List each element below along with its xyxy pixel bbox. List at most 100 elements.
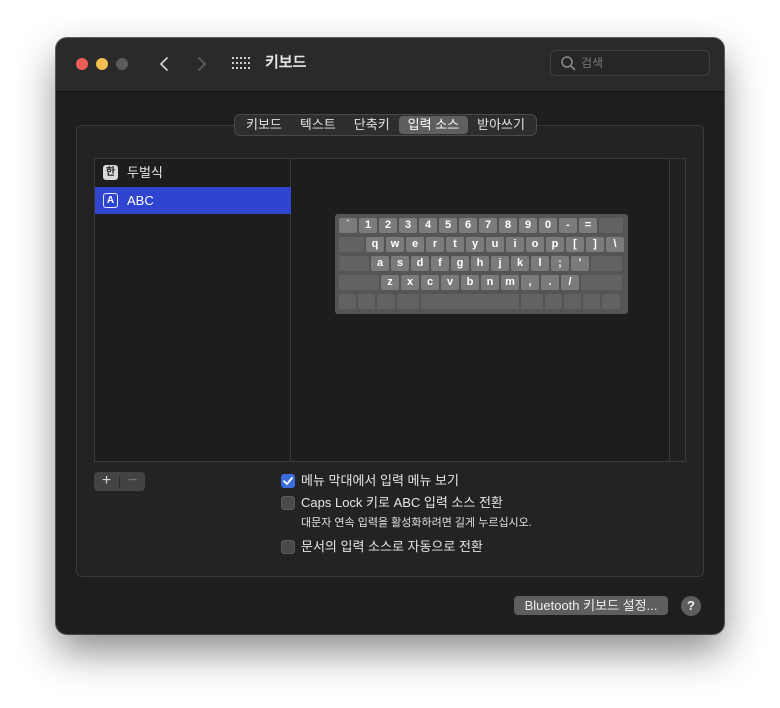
keycap: ]: [586, 237, 604, 252]
keycap: p: [546, 237, 564, 252]
keycap: a: [371, 256, 389, 271]
keycap: ': [571, 256, 589, 271]
show-all-grid-icon[interactable]: [232, 57, 250, 71]
keycap: -: [559, 218, 577, 233]
caps-lock-hint: 대문자 연속 입력을 활성화하려면 길게 누르십시오.: [301, 517, 532, 529]
modifier-key: [397, 294, 419, 309]
source-item-abc[interactable]: A ABC: [95, 187, 291, 214]
auto-switch-checkbox[interactable]: [281, 540, 295, 554]
keycap: k: [511, 256, 529, 271]
shift-key-right: [581, 275, 622, 290]
tab-text[interactable]: 텍스트: [291, 116, 345, 134]
source-label: ABC: [127, 193, 154, 208]
minimize-window-button[interactable]: [96, 58, 108, 70]
keycap: /: [561, 275, 579, 290]
modifier-key: [377, 294, 395, 309]
title-bar: 키보드 검색: [56, 38, 724, 92]
zoom-window-button[interactable]: [116, 58, 128, 70]
checkmark-icon: [283, 477, 293, 485]
keycap: ;: [551, 256, 569, 271]
keycap: l: [531, 256, 549, 271]
keycap: d: [411, 256, 429, 271]
source-label: 두벌식: [127, 165, 163, 180]
tab-bar: 키보드 텍스트 단축키 입력 소스 받아쓰기: [234, 114, 537, 136]
hangul-input-icon: 한: [103, 165, 118, 180]
keycap: 4: [419, 218, 437, 233]
tab-key: [339, 237, 364, 252]
caps-lock-switch-checkbox[interactable]: [281, 496, 295, 510]
keycap: 7: [479, 218, 497, 233]
delete-key: [599, 218, 623, 233]
tab-input-sources[interactable]: 입력 소스: [398, 116, 469, 134]
keycap: 2: [379, 218, 397, 233]
keycap: c: [421, 275, 439, 290]
chevron-right-icon: [198, 57, 206, 71]
keycap: [: [566, 237, 584, 252]
modifier-key: [583, 294, 600, 309]
keycap: g: [451, 256, 469, 271]
search-field[interactable]: 검색: [550, 50, 710, 76]
keycap: q: [366, 237, 384, 252]
scrollbar[interactable]: [669, 159, 685, 461]
back-button[interactable]: [154, 53, 176, 75]
keycap: w: [386, 237, 404, 252]
keycap: z: [381, 275, 399, 290]
modifier-key: [564, 294, 581, 309]
tab-shortcuts[interactable]: 단축키: [345, 116, 399, 134]
list-add-remove-control: + −: [94, 472, 145, 491]
show-input-menu-checkbox[interactable]: [281, 474, 295, 488]
chevron-left-icon: [160, 57, 168, 71]
tab-keyboard[interactable]: 키보드: [237, 116, 291, 134]
keycap: =: [579, 218, 597, 233]
add-source-button[interactable]: +: [94, 472, 119, 491]
keycap: 8: [499, 218, 517, 233]
keycap: 9: [519, 218, 537, 233]
keycap: 1: [359, 218, 377, 233]
auto-switch-label: 문서의 입력 소스로 자동으로 전환: [301, 539, 483, 554]
keycap: x: [401, 275, 419, 290]
search-icon: [561, 56, 576, 71]
tab-dictation[interactable]: 받아쓰기: [468, 116, 534, 134]
close-window-button[interactable]: [76, 58, 88, 70]
source-item-dubeolsik[interactable]: 한 두벌식: [95, 159, 291, 186]
keycap: u: [486, 237, 504, 252]
keycap: j: [491, 256, 509, 271]
keycap: b: [461, 275, 479, 290]
search-placeholder: 검색: [581, 56, 604, 70]
remove-source-button[interactable]: −: [120, 472, 145, 491]
keyboard-layout-preview: ` 1 2 3 4 5 6 7 8 9 0- = q w e r t y u i o p[] \ a s d f g h j k l; ' …: [335, 214, 628, 314]
keycap: 0: [539, 218, 557, 233]
keycap: o: [526, 237, 544, 252]
help-button[interactable]: ?: [681, 596, 701, 616]
keycap: 6: [459, 218, 477, 233]
space-bar: [421, 294, 519, 309]
caps-lock-key: [339, 256, 369, 271]
keycap: r: [426, 237, 444, 252]
keycap: 5: [439, 218, 457, 233]
keycap: y: [466, 237, 484, 252]
keycap: t: [446, 237, 464, 252]
abc-input-icon: A: [103, 193, 118, 208]
window-title: 키보드: [265, 54, 307, 71]
keycap: `: [339, 218, 357, 233]
input-source-list: 한 두벌식 A ABC: [94, 158, 291, 462]
keycap: m: [501, 275, 519, 290]
show-input-menu-label: 메뉴 막대에서 입력 메뉴 보기: [301, 473, 459, 488]
modifier-key: [521, 294, 543, 309]
shift-key-left: [339, 275, 379, 290]
keyboard-preferences-window: 키보드 검색 키보드 텍스트 단축키 입력 소스 받아쓰기 한 두벌식 A AB…: [56, 38, 724, 634]
keycap: n: [481, 275, 499, 290]
keycap: i: [506, 237, 524, 252]
keycap: h: [471, 256, 489, 271]
keycap: 3: [399, 218, 417, 233]
forward-button[interactable]: [190, 53, 212, 75]
keycap: s: [391, 256, 409, 271]
keycap: \: [606, 237, 624, 252]
modifier-key: [358, 294, 375, 309]
keycap: v: [441, 275, 459, 290]
bluetooth-keyboard-setup-button[interactable]: Bluetooth 키보드 설정...: [514, 596, 668, 615]
modifier-key: [545, 294, 562, 309]
caps-lock-switch-label: Caps Lock 키로 ABC 입력 소스 전환: [301, 495, 503, 510]
modifier-key: [602, 294, 620, 309]
keycap: f: [431, 256, 449, 271]
